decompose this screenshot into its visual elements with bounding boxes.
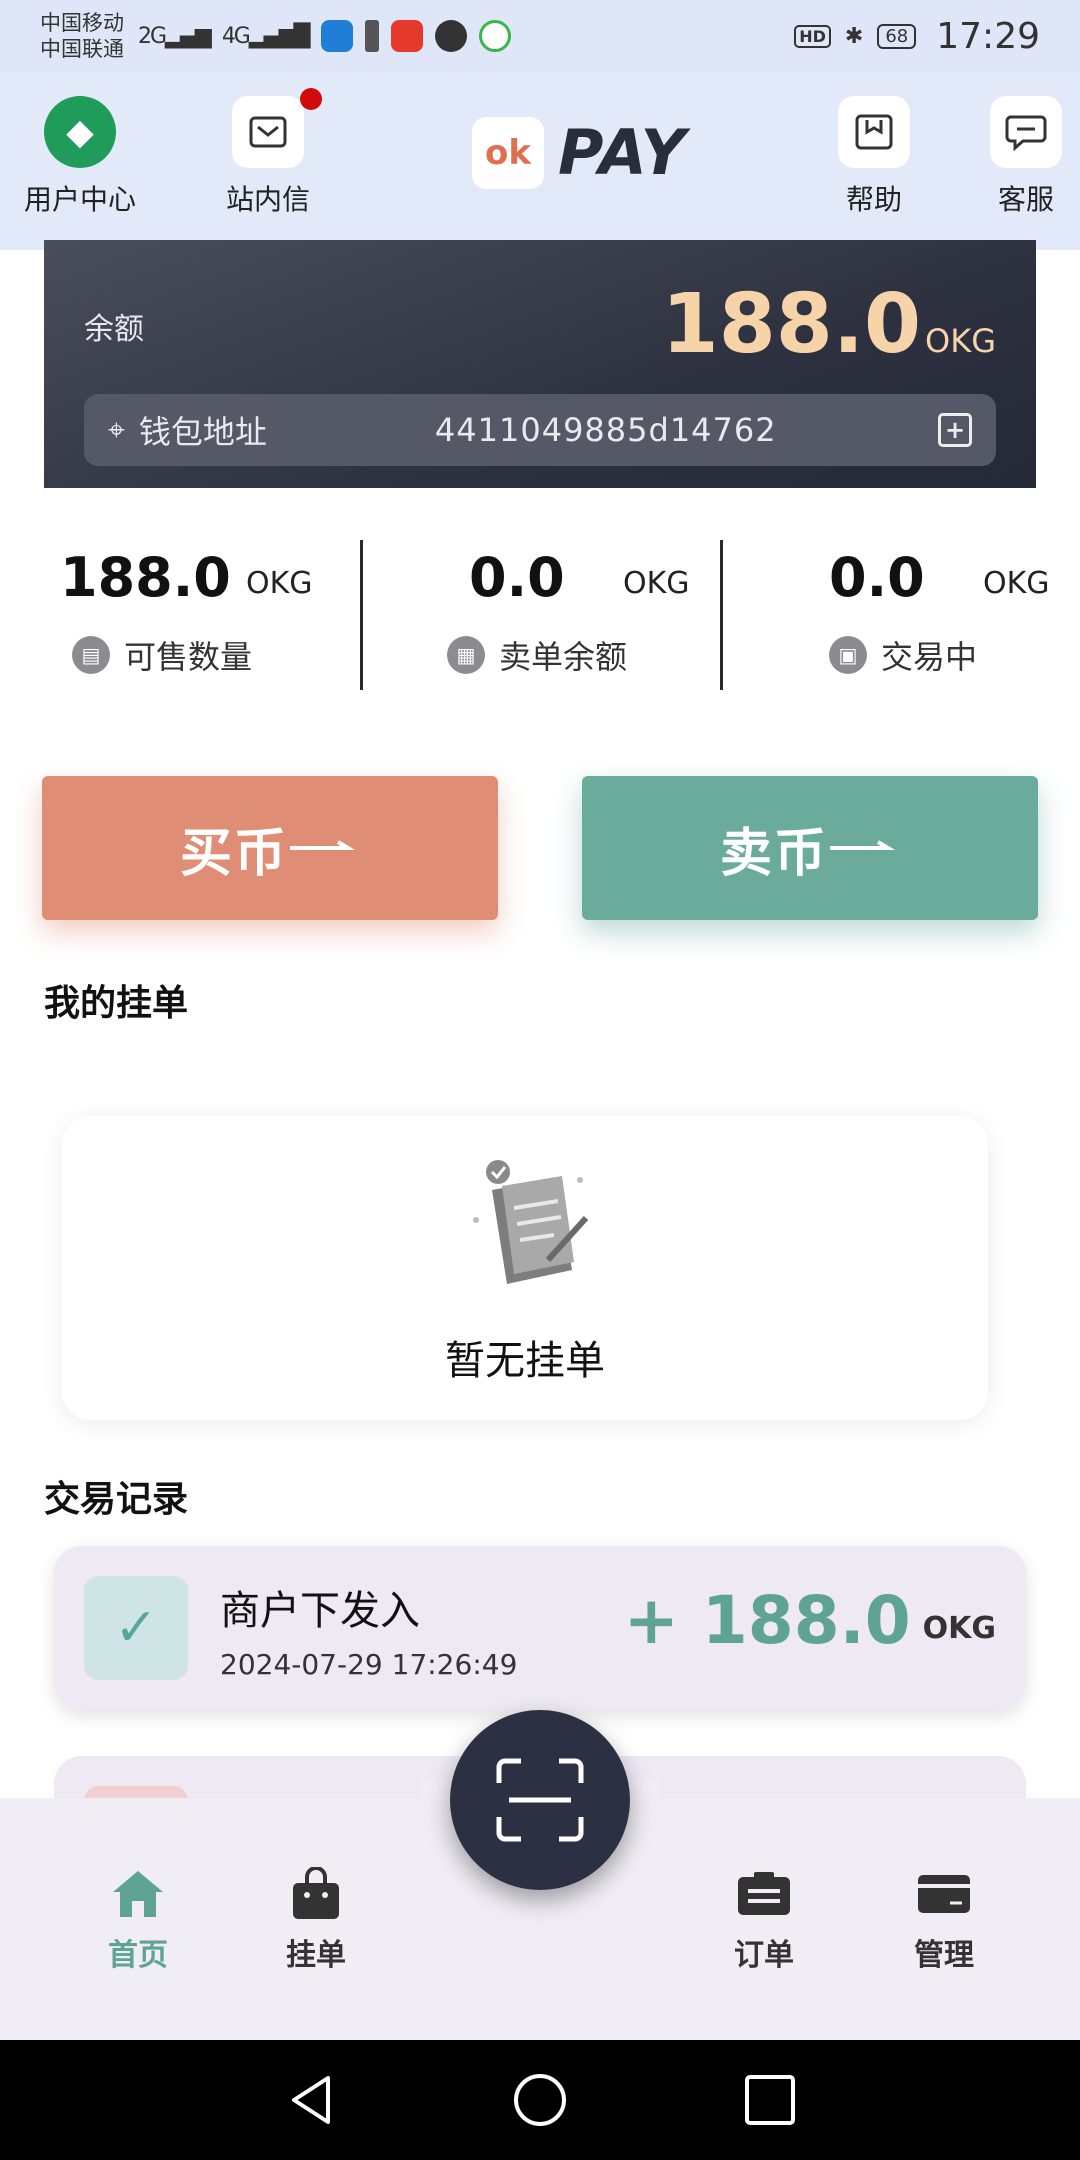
balance-unit: OKG — [925, 322, 996, 360]
nav-listing[interactable]: 挂单 — [246, 1866, 386, 1974]
sell-label: 卖币 — [719, 823, 828, 884]
nav-home-label: 首页 — [108, 1938, 168, 1973]
nav-manage[interactable]: 管理 — [874, 1866, 1014, 1974]
shopping-bag-icon — [288, 1866, 344, 1922]
ethereum-icon: ◆ — [44, 96, 116, 168]
my-orders-title: 我的挂单 — [44, 983, 189, 1024]
clock: 17:29 — [936, 15, 1040, 57]
signal-2g-icon: 2G▂▄▆ — [138, 23, 212, 49]
help-label: 帮助 — [845, 183, 902, 216]
qq-penguin-icon — [434, 20, 467, 52]
stat-trading: 0.0 OKG ▣ 交易中 — [720, 540, 1080, 690]
messages-label: 站内信 — [225, 183, 310, 216]
customer-service-button[interactable]: 客服 — [956, 96, 1080, 218]
stat-label: 卖单余额 — [499, 638, 628, 676]
pop-app-icon — [478, 20, 511, 52]
balance-label: 余额 — [84, 312, 144, 347]
stat-value: 0.0 — [469, 546, 565, 609]
stat-unit: OKG — [246, 566, 313, 601]
stat-caption: ▣ 交易中 — [829, 632, 977, 678]
status-bar: 中国移动 中国联通 2G▂▄▆ 4G▂▄▆█ HD ✱ 68 17:29 — [0, 0, 1080, 72]
ok-logo-icon: ok — [472, 116, 544, 189]
battery-icon: 68 — [877, 23, 917, 49]
home-icon — [110, 1866, 166, 1922]
document-icon: ▦ — [447, 636, 485, 674]
hd-icon: HD — [794, 24, 831, 48]
stat-value: 0.0 — [829, 546, 925, 609]
stat-unit: OKG — [623, 566, 690, 601]
record-title: 商户下发入 — [220, 1588, 420, 1634]
arrow-right-icon — [830, 840, 896, 850]
stat-label: 交易中 — [881, 638, 978, 676]
coin-stack-icon: ▤ — [72, 636, 110, 674]
empty-orders-card: 暂无挂单 — [62, 1116, 988, 1420]
stat-available: 188.0 OKG ▤ 可售数量 — [0, 540, 360, 690]
help-book-icon — [838, 96, 910, 168]
record-amount: + 188.0 OKG — [624, 1586, 996, 1656]
buy-label: 买币 — [179, 823, 288, 884]
chat-bubble-icon — [990, 96, 1062, 168]
record-amount-value: + 188.0 — [623, 1582, 911, 1659]
home-circle-icon[interactable] — [512, 2072, 568, 2128]
arrow-right-icon — [290, 840, 356, 850]
wallet-label: 钱包地址 — [138, 413, 267, 451]
user-center-button[interactable]: ◆ 用户中心 — [10, 96, 150, 218]
nav-orders[interactable]: 订单 — [694, 1866, 834, 1974]
wallet-address-row: ⌖ 钱包地址 4411049885d14762 + — [84, 394, 996, 466]
unread-dot — [300, 88, 322, 110]
empty-orders-text: 暂无挂单 — [445, 1338, 605, 1384]
record-amount-unit: OKG — [922, 1611, 996, 1646]
stat-value: 188.0 — [60, 546, 231, 609]
mail-icon — [232, 88, 322, 168]
nav-home[interactable]: 首页 — [68, 1866, 208, 1974]
carrier-2: 中国联通 — [40, 37, 124, 61]
balance-card: 余额 188.0 OKG ⌖ 钱包地址 4411049885d14762 + — [44, 240, 1036, 510]
stat-caption: ▤ 可售数量 — [72, 632, 252, 678]
app-header: ◆ 用户中心 站内信 ok PAY 帮助 客服 — [0, 72, 1080, 250]
nav-manage-label: 管理 — [914, 1938, 974, 1973]
scan-icon — [496, 1758, 584, 1842]
stats-row: 188.0 OKG ▤ 可售数量 0.0 OKG ▦ 卖单余额 0.0 OKG … — [0, 540, 1080, 690]
back-icon[interactable] — [284, 2072, 340, 2128]
wallet-address: 4411049885d14762 — [434, 411, 777, 449]
balance-amount: 188.0 OKG — [662, 280, 996, 370]
record-datetime: 2024-07-29 17:26:49 — [220, 1648, 518, 1681]
nav-orders-label: 订单 — [734, 1938, 794, 1973]
nav-listing-label: 挂单 — [286, 1938, 346, 1973]
stat-caption: ▦ 卖单余额 — [447, 632, 627, 678]
carrier-1: 中国移动 — [40, 11, 124, 35]
stat-unit: OKG — [983, 566, 1050, 601]
clipboard-icon — [736, 1866, 792, 1922]
shield-app-icon — [320, 20, 353, 52]
shopping-app-icon — [390, 20, 423, 52]
alert-app-icon — [364, 20, 379, 52]
user-center-label: 用户中心 — [23, 183, 136, 216]
credit-card-icon — [916, 1866, 972, 1922]
service-label: 客服 — [997, 183, 1054, 216]
buy-coin-button[interactable]: 买币 — [42, 776, 498, 920]
stat-label: 可售数量 — [124, 638, 253, 676]
messages-button[interactable]: 站内信 — [198, 88, 338, 218]
signal-4g-icon: 4G▂▄▆█ — [221, 23, 311, 49]
archive-icon: ▣ — [829, 636, 867, 674]
system-nav-bar — [0, 2040, 1080, 2160]
stat-sell-balance: 0.0 OKG ▦ 卖单余额 — [360, 540, 720, 690]
empty-document-icon — [473, 1160, 589, 1284]
transaction-record[interactable]: ✓ 商户下发入 2024-07-29 17:26:49 + 188.0 OKG — [54, 1546, 1026, 1710]
logo-text: PAY — [558, 116, 687, 189]
app-logo: ok PAY — [472, 116, 687, 189]
balance-value: 188.0 — [661, 277, 922, 372]
sell-coin-button[interactable]: 卖币 — [582, 776, 1038, 920]
recents-square-icon[interactable] — [742, 2072, 798, 2128]
help-button[interactable]: 帮助 — [804, 96, 944, 218]
location-pin-icon: ⌖ — [108, 412, 125, 448]
carrier-info: 中国移动 中国联通 — [40, 10, 124, 62]
bluetooth-icon: ✱ — [844, 23, 864, 49]
copy-icon[interactable]: + — [938, 413, 972, 447]
checkmark-icon: ✓ — [84, 1576, 188, 1680]
records-title: 交易记录 — [44, 1479, 189, 1520]
scan-button[interactable] — [450, 1710, 630, 1890]
